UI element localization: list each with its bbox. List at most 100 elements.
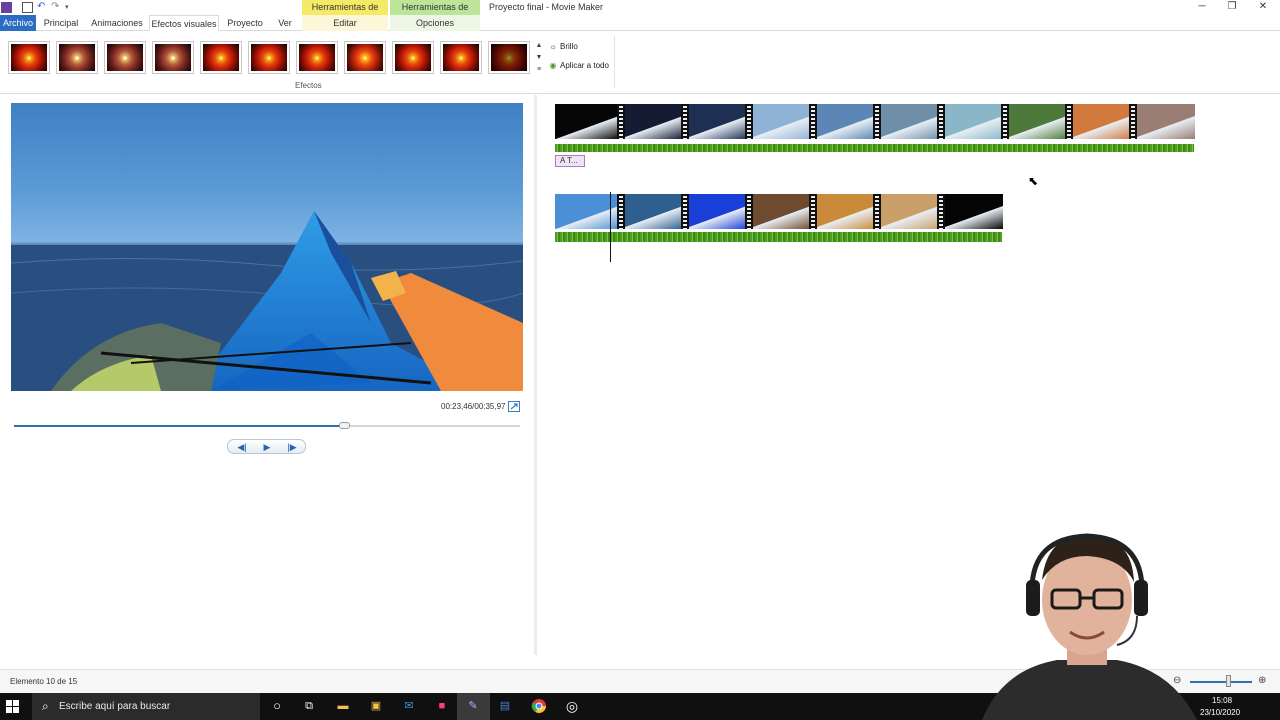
- tab-editar[interactable]: Editar: [302, 15, 388, 31]
- seek-thumb[interactable]: [338, 422, 350, 429]
- tab-ver[interactable]: Ver: [273, 15, 297, 31]
- effect-preview-image: [203, 44, 239, 71]
- tab-proyecto[interactable]: Proyecto: [224, 15, 266, 31]
- transition-marker[interactable]: [681, 104, 689, 139]
- effect-thumbnail[interactable]: [392, 41, 434, 74]
- undo-icon[interactable]: ↶: [37, 2, 48, 13]
- play-button[interactable]: ▶: [257, 441, 277, 453]
- clip-thumbnail[interactable]: [747, 104, 811, 139]
- chrome-icon[interactable]: [531, 698, 547, 714]
- transition-marker[interactable]: [873, 104, 881, 139]
- clip-thumbnail[interactable]: [1067, 104, 1131, 139]
- cortana-icon[interactable]: ○: [269, 698, 285, 714]
- transition-marker[interactable]: [937, 194, 945, 229]
- settings-app-icon[interactable]: ◎: [564, 698, 580, 714]
- transition-marker[interactable]: [1129, 104, 1137, 139]
- tab-archivo[interactable]: Archivo: [0, 15, 36, 31]
- effect-preview-image: [251, 44, 287, 71]
- transition-marker[interactable]: [809, 194, 817, 229]
- gallery-scroll[interactable]: ▲ ▼ ≡: [535, 40, 543, 76]
- effect-thumbnail[interactable]: [8, 41, 50, 74]
- minimize-button[interactable]: ─: [1187, 0, 1217, 15]
- clip-thumbnail[interactable]: [619, 194, 683, 229]
- mail-icon[interactable]: ✉: [401, 698, 417, 714]
- clip-thumbnail[interactable]: [939, 194, 1003, 229]
- store-icon[interactable]: ▣: [368, 698, 384, 714]
- effect-thumbnail[interactable]: [104, 41, 146, 74]
- video-preview[interactable]: [11, 103, 523, 391]
- tab-principal[interactable]: Principal: [40, 15, 82, 31]
- audio-waveform[interactable]: [555, 232, 1002, 242]
- transition-marker[interactable]: [745, 194, 753, 229]
- gallery-more-icon[interactable]: ≡: [535, 64, 543, 76]
- effect-thumbnail[interactable]: [344, 41, 386, 74]
- pane-splitter[interactable]: [534, 95, 537, 655]
- transition-marker[interactable]: [937, 104, 945, 139]
- clip-thumbnail[interactable]: [1131, 104, 1195, 139]
- taskbar-search[interactable]: ⌕ Escribe aquí para buscar: [32, 693, 260, 720]
- maximize-button[interactable]: ❐: [1217, 0, 1247, 15]
- next-frame-button[interactable]: |▶: [282, 441, 302, 453]
- ribbon: ▲ ▼ ≡ ☼ Brillo ◉ Aplicar a todo Efectos: [0, 32, 1280, 94]
- effect-thumbnail[interactable]: [200, 41, 242, 74]
- effect-thumbnail[interactable]: [248, 41, 290, 74]
- file-explorer-icon[interactable]: ▬: [335, 698, 351, 714]
- gallery-up-icon[interactable]: ▲: [535, 40, 543, 52]
- transition-marker[interactable]: [809, 104, 817, 139]
- save-icon[interactable]: [22, 2, 33, 13]
- effects-group-label: Efectos: [295, 81, 322, 90]
- customize-quick-access-icon[interactable]: ▾: [65, 2, 76, 13]
- clip-thumbnail[interactable]: [811, 104, 875, 139]
- task-view-icon[interactable]: ⧉: [301, 698, 317, 714]
- transition-marker[interactable]: [681, 194, 689, 229]
- caption-chip[interactable]: A T...: [555, 155, 585, 167]
- transition-marker[interactable]: [1065, 104, 1073, 139]
- redo-icon[interactable]: ↷: [51, 2, 62, 13]
- tab-opciones[interactable]: Opciones: [390, 15, 480, 31]
- clip-thumbnail[interactable]: [939, 104, 1003, 139]
- fullscreen-button[interactable]: [508, 401, 520, 412]
- tab-efectos-visuales[interactable]: Efectos visuales: [149, 15, 219, 31]
- clip-thumbnail[interactable]: [875, 194, 939, 229]
- start-button[interactable]: [6, 700, 19, 713]
- search-icon: ⌕: [42, 699, 49, 713]
- storyboard-row-2: [555, 194, 1003, 244]
- transition-marker[interactable]: [617, 104, 625, 139]
- transition-marker[interactable]: [745, 104, 753, 139]
- clip-thumbnail[interactable]: [619, 104, 683, 139]
- clip-thumbnail[interactable]: [875, 104, 939, 139]
- effect-thumbnail[interactable]: [296, 41, 338, 74]
- gallery-down-icon[interactable]: ▼: [535, 52, 543, 64]
- clip-thumbnail[interactable]: [555, 104, 619, 139]
- playhead[interactable]: [610, 192, 611, 262]
- clip-thumbnail[interactable]: [811, 194, 875, 229]
- transition-marker[interactable]: [1001, 104, 1009, 139]
- clip-thumbnail[interactable]: [1003, 104, 1067, 139]
- effect-thumbnail[interactable]: [440, 41, 482, 74]
- zoom-thumb[interactable]: [1226, 675, 1231, 687]
- effect-preview-image: [299, 44, 335, 71]
- clock-time[interactable]: 15:08: [1212, 696, 1232, 705]
- effect-thumbnail[interactable]: [56, 41, 98, 74]
- music-tools-context: Herramientas de música: [390, 0, 480, 26]
- effect-thumbnail[interactable]: [152, 41, 194, 74]
- kayak-scene: [11, 211, 523, 391]
- audio-waveform[interactable]: [555, 144, 1194, 152]
- pink-app-icon[interactable]: ■: [434, 698, 450, 714]
- transition-marker[interactable]: [873, 194, 881, 229]
- brightness-button[interactable]: ☼ Brillo: [548, 40, 577, 54]
- seek-bar[interactable]: [14, 422, 520, 429]
- webcam-overlay: [962, 520, 1212, 720]
- previous-frame-button[interactable]: ◀|: [232, 441, 252, 453]
- document-app-icon[interactable]: ▤: [497, 698, 513, 714]
- apply-all-button[interactable]: ◉ Aplicar a todo: [548, 59, 609, 73]
- effect-thumbnail[interactable]: [488, 41, 530, 74]
- clip-thumbnail[interactable]: [683, 104, 747, 139]
- close-button[interactable]: ✕: [1248, 0, 1278, 15]
- transition-marker[interactable]: [617, 194, 625, 229]
- zoom-in-icon[interactable]: ⊕: [1258, 675, 1266, 686]
- tab-animaciones[interactable]: Animaciones: [89, 15, 145, 31]
- movie-maker-taskbar-button[interactable]: ✎: [457, 693, 490, 720]
- clip-thumbnail[interactable]: [747, 194, 811, 229]
- clip-thumbnail[interactable]: [683, 194, 747, 229]
